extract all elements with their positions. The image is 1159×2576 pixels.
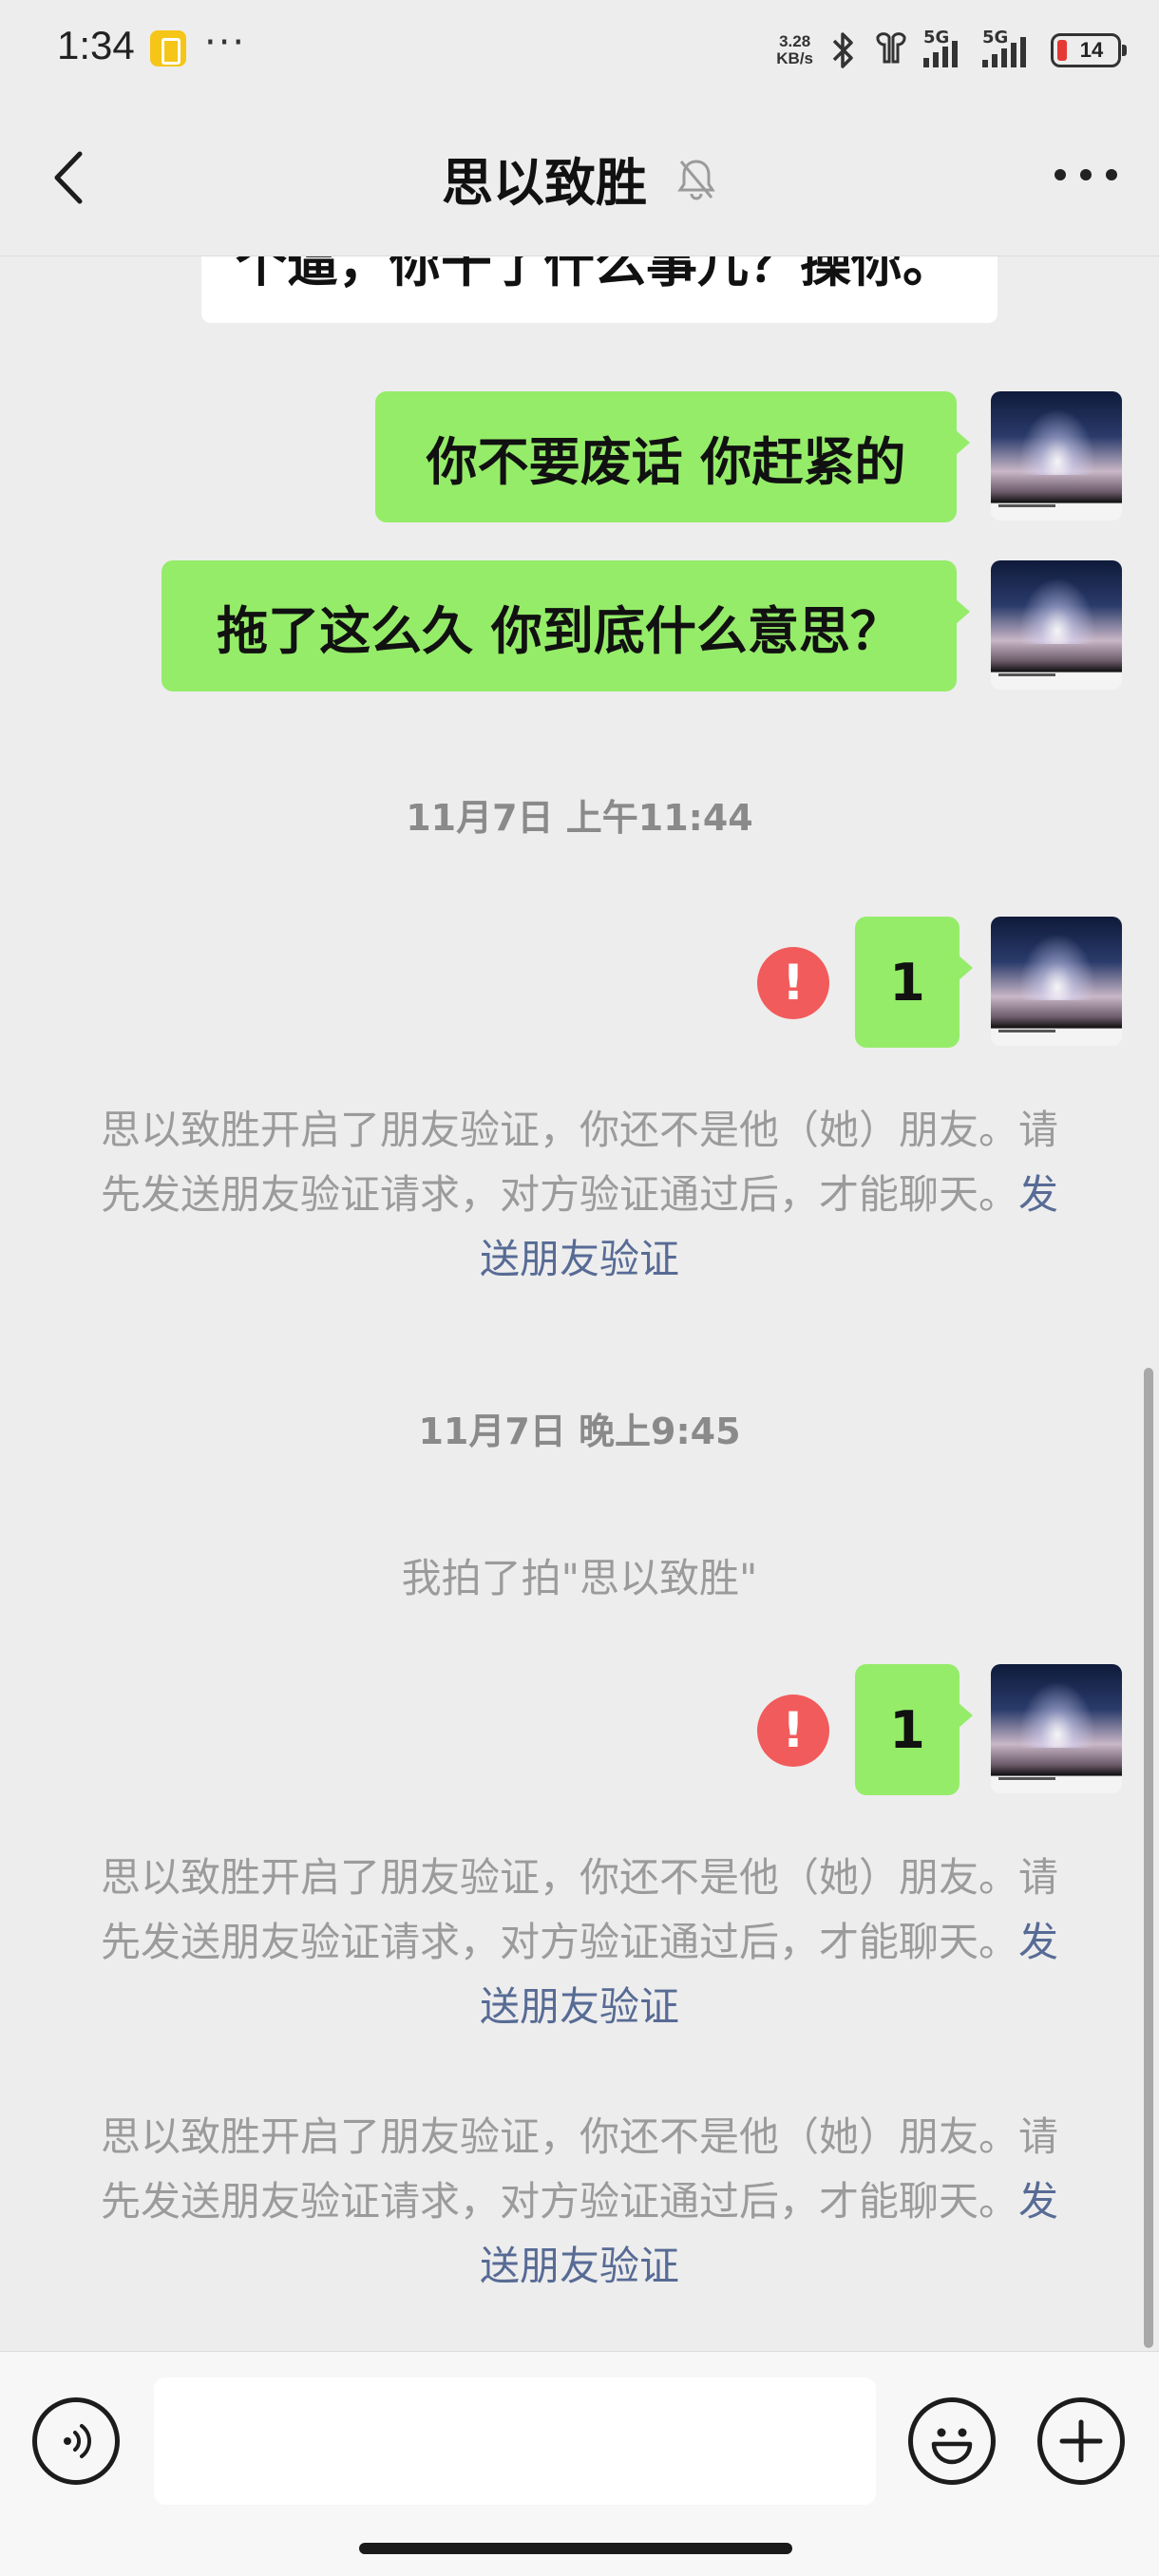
system-message-text: 思以致胜开启了朋友验证，你还不是他（她）朋友。请先发送朋友验证请求，对方验证通过…	[100, 1107, 1058, 1218]
emoji-icon	[931, 2428, 973, 2465]
signal-strength-1: 5G	[923, 28, 969, 67]
message-input[interactable]	[154, 2377, 876, 2505]
more-options-button[interactable]	[1054, 169, 1117, 188]
more-actions-button[interactable]	[1037, 2397, 1125, 2485]
message-timestamp: 11月7日 晚上9:45	[418, 1411, 741, 1452]
friend-verification-notice: 思以致胜开启了朋友验证，你还不是他（她）朋友。请先发送朋友验证请求，对方验证通过…	[95, 2105, 1064, 2299]
contact-name[interactable]: 思以致胜	[442, 141, 647, 216]
outgoing-message-bubble[interactable]: 拖了这么久 你到底什么意思？	[162, 560, 970, 691]
scrollbar[interactable]	[1144, 1368, 1153, 2348]
network-type-1: 5G	[923, 28, 950, 47]
my-avatar[interactable]	[991, 917, 1122, 1046]
my-avatar[interactable]	[991, 560, 1122, 690]
mute-bell-icon	[677, 159, 715, 199]
network-type-2: 5G	[982, 28, 1009, 47]
status-time: 1:34	[57, 23, 135, 67]
message-timestamp: 11月7日 上午11:44	[406, 797, 753, 839]
send-failed-icon[interactable]: !	[757, 947, 829, 1019]
dot-icon	[1106, 169, 1117, 180]
my-avatar[interactable]	[991, 1664, 1122, 1793]
battery-saver-notification-icon	[150, 30, 186, 66]
emoji-button[interactable]	[908, 2397, 996, 2485]
chat-title: 思以致胜	[0, 141, 1159, 216]
network-speed-value: 3.28	[779, 32, 811, 50]
send-failed-icon[interactable]: !	[757, 1695, 829, 1767]
network-speed: 3.28 KB/s	[776, 33, 813, 67]
voice-input-button[interactable]	[32, 2397, 120, 2485]
bluetooth-icon	[832, 32, 853, 68]
plus-icon	[1059, 2419, 1103, 2463]
status-indicators: 3.28 KB/s 5G 5G 14	[776, 27, 1127, 74]
status-bar: 1:34 ··· 3.28 KB/s 5G 5G 14	[0, 0, 1159, 95]
chat-header: 思以致胜	[0, 95, 1159, 256]
friend-verification-notice: 思以致胜开启了朋友验证，你还不是他（她）朋友。请先发送朋友验证请求，对方验证通过…	[95, 1098, 1064, 1292]
dot-icon	[1054, 169, 1066, 180]
my-avatar[interactable]	[991, 391, 1122, 521]
incoming-message-bubble[interactable]: 个逼，你干了什么事儿？操你。	[201, 256, 998, 323]
battery-level: 14	[1079, 38, 1104, 62]
system-message-text: 思以致胜开启了朋友验证，你还不是他（她）朋友。请先发送朋友验证请求，对方验证通过…	[100, 2113, 1058, 2225]
outgoing-message-bubble[interactable]: 1	[855, 917, 973, 1048]
message-list[interactable]: 个逼，你干了什么事儿？操你。 你不要废话 你赶紧的 拖了这么久 你到底什么意思？…	[0, 256, 1159, 2351]
signal-strength-2: 5G	[982, 28, 1037, 67]
outgoing-message-bubble[interactable]: 1	[855, 1664, 973, 1795]
battery-indicator: 14	[1051, 33, 1127, 67]
network-speed-unit: KB/s	[776, 49, 813, 67]
home-indicator[interactable]	[359, 2543, 792, 2554]
system-message-text: 思以致胜开启了朋友验证，你还不是他（她）朋友。请先发送朋友验证请求，对方验证通过…	[100, 1854, 1058, 1965]
dot-icon	[1080, 169, 1092, 180]
friend-verification-notice: 思以致胜开启了朋友验证，你还不是他（她）朋友。请先发送朋友验证请求，对方验证通过…	[95, 1846, 1064, 2039]
voice-icon	[64, 2424, 91, 2458]
earbuds-icon	[876, 32, 906, 64]
outgoing-message-bubble[interactable]: 你不要废话 你赶紧的	[375, 391, 970, 522]
pat-notice: 我拍了拍"思以致胜"	[401, 1555, 758, 1601]
more-notifications-indicator: ···	[204, 21, 247, 65]
